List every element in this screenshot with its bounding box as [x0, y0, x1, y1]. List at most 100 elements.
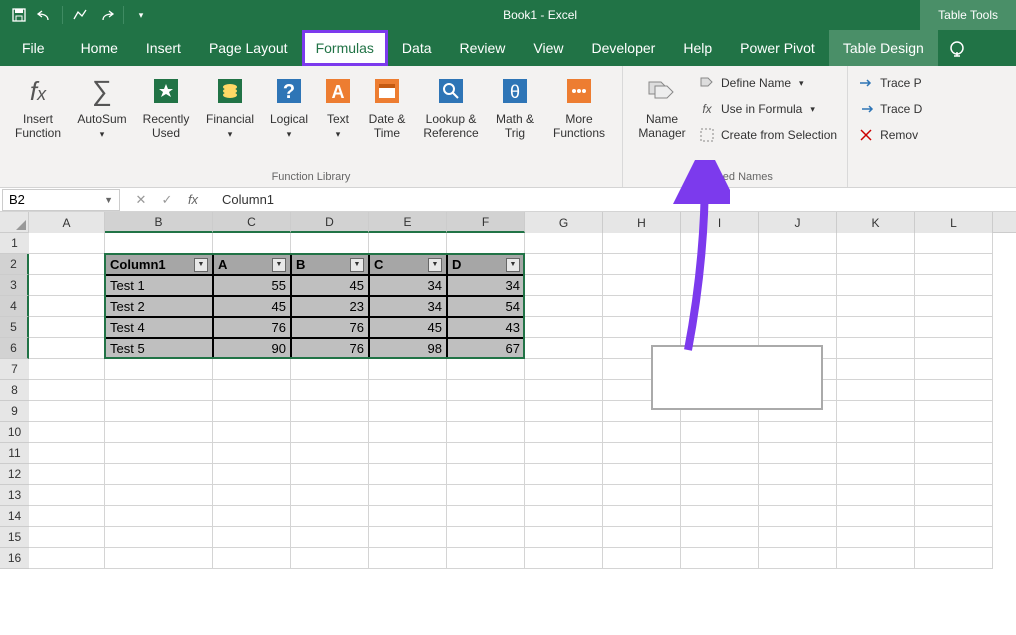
more-functions-button[interactable]: More Functions — [542, 70, 616, 169]
cell[interactable] — [525, 254, 603, 275]
cell[interactable] — [447, 464, 525, 485]
cell[interactable] — [29, 485, 105, 506]
cell[interactable] — [759, 275, 837, 296]
cell[interactable]: Test 2 — [105, 296, 213, 317]
cell[interactable] — [603, 275, 681, 296]
qat-customize[interactable]: ▾ — [128, 2, 154, 28]
save-button[interactable] — [6, 2, 32, 28]
create-from-selection-button[interactable]: Create from Selection — [699, 124, 837, 146]
cell[interactable] — [447, 548, 525, 569]
cell[interactable] — [105, 506, 213, 527]
cell[interactable] — [29, 317, 105, 338]
cell[interactable] — [291, 485, 369, 506]
cell[interactable] — [525, 464, 603, 485]
cell[interactable] — [837, 443, 915, 464]
cell[interactable] — [759, 254, 837, 275]
cell[interactable] — [525, 275, 603, 296]
cell[interactable] — [837, 296, 915, 317]
cell[interactable] — [915, 338, 993, 359]
cell[interactable] — [369, 527, 447, 548]
cell[interactable] — [837, 338, 915, 359]
cell[interactable]: 45 — [213, 296, 291, 317]
cell[interactable] — [291, 380, 369, 401]
cell[interactable] — [447, 401, 525, 422]
column-header[interactable]: J — [759, 212, 837, 233]
cell[interactable] — [447, 233, 525, 254]
cell[interactable] — [837, 527, 915, 548]
math-trig-button[interactable]: θ Math & Trig — [488, 70, 542, 169]
cell[interactable] — [681, 506, 759, 527]
define-name-button[interactable]: Define Name ▾ — [699, 72, 837, 94]
cell[interactable] — [837, 401, 915, 422]
cell[interactable] — [525, 317, 603, 338]
logical-button[interactable]: ? Logical▾ — [262, 70, 316, 169]
qat-custom-1[interactable] — [67, 2, 93, 28]
cell[interactable]: A▼ — [213, 254, 291, 275]
cell[interactable] — [915, 380, 993, 401]
cell[interactable]: 45 — [369, 317, 447, 338]
enter-formula-button[interactable]: ✓ — [154, 192, 180, 208]
cell[interactable] — [525, 233, 603, 254]
floating-object[interactable] — [651, 345, 823, 410]
cell[interactable] — [291, 422, 369, 443]
row-header[interactable]: 8 — [0, 380, 29, 401]
cell[interactable] — [525, 443, 603, 464]
cell[interactable] — [291, 401, 369, 422]
row-header[interactable]: 12 — [0, 464, 29, 485]
cell[interactable] — [29, 359, 105, 380]
cell[interactable] — [447, 443, 525, 464]
cell[interactable] — [291, 443, 369, 464]
chevron-down-icon[interactable]: ▼ — [104, 195, 113, 205]
cell[interactable] — [837, 380, 915, 401]
cell[interactable] — [213, 422, 291, 443]
filter-button[interactable]: ▼ — [350, 258, 364, 272]
cell[interactable] — [213, 443, 291, 464]
row-header[interactable]: 6 — [0, 338, 29, 359]
column-header[interactable]: I — [681, 212, 759, 233]
cell[interactable] — [915, 401, 993, 422]
insert-function-fx-button[interactable]: fx — [180, 192, 206, 207]
cell[interactable] — [837, 422, 915, 443]
cell[interactable] — [915, 254, 993, 275]
cell[interactable] — [369, 548, 447, 569]
cell[interactable] — [213, 506, 291, 527]
cell[interactable] — [681, 548, 759, 569]
row-header[interactable]: 11 — [0, 443, 29, 464]
cell[interactable] — [29, 548, 105, 569]
cell[interactable] — [759, 443, 837, 464]
trace-precedents-button[interactable]: Trace P — [858, 72, 922, 94]
tab-file[interactable]: File — [0, 30, 67, 66]
row-header[interactable]: 16 — [0, 548, 29, 569]
cell[interactable] — [29, 233, 105, 254]
column-header[interactable]: A — [29, 212, 105, 233]
cell[interactable] — [447, 380, 525, 401]
cell[interactable] — [105, 401, 213, 422]
cell[interactable] — [681, 464, 759, 485]
cell[interactable] — [837, 275, 915, 296]
cell[interactable] — [105, 485, 213, 506]
cell[interactable] — [29, 338, 105, 359]
cell[interactable] — [105, 422, 213, 443]
cell[interactable] — [915, 359, 993, 380]
cell[interactable] — [915, 527, 993, 548]
cell[interactable]: 90 — [213, 338, 291, 359]
row-header[interactable]: 15 — [0, 527, 29, 548]
cell[interactable] — [29, 296, 105, 317]
row-header[interactable]: 14 — [0, 506, 29, 527]
row-header[interactable]: 9 — [0, 401, 29, 422]
cell[interactable] — [681, 485, 759, 506]
cell[interactable]: Test 4 — [105, 317, 213, 338]
tab-page-layout[interactable]: Page Layout — [195, 30, 302, 66]
cell[interactable] — [29, 254, 105, 275]
cell[interactable] — [29, 464, 105, 485]
cell[interactable] — [759, 485, 837, 506]
cell[interactable]: 54 — [447, 296, 525, 317]
cell[interactable]: 98 — [369, 338, 447, 359]
cell[interactable] — [837, 254, 915, 275]
cell[interactable] — [291, 506, 369, 527]
column-header[interactable]: G — [525, 212, 603, 233]
use-in-formula-button[interactable]: fx Use in Formula ▾ — [699, 98, 837, 120]
undo-button[interactable] — [32, 2, 58, 28]
cell[interactable] — [213, 485, 291, 506]
cell[interactable] — [603, 296, 681, 317]
